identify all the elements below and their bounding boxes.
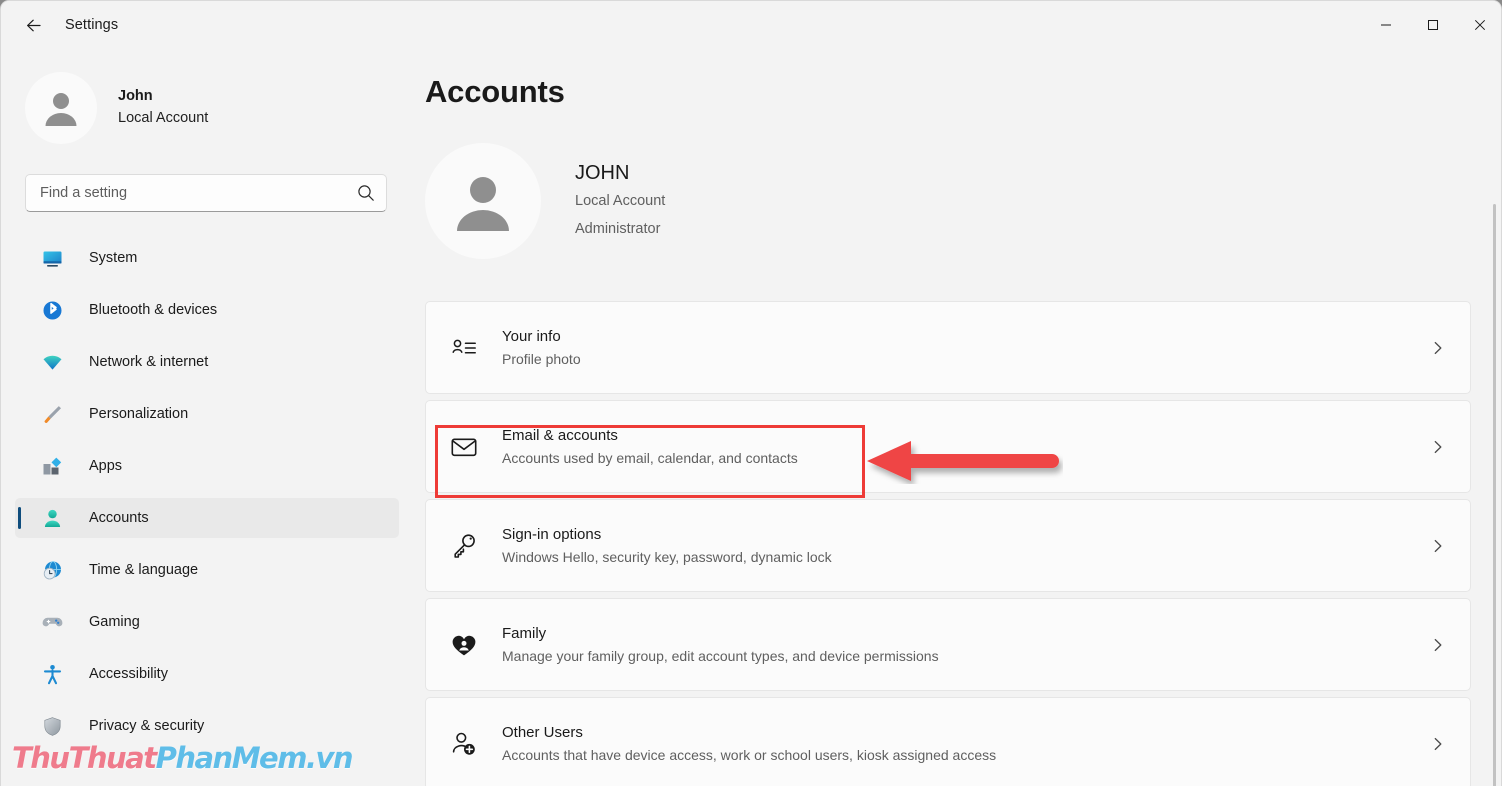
apps-icon xyxy=(41,455,63,477)
sidebar-item-label: Apps xyxy=(89,458,123,474)
sidebar-item-label: Bluetooth & devices xyxy=(89,302,218,318)
title-bar: Settings xyxy=(1,1,1501,49)
card-subtitle: Windows Hello, security key, password, d… xyxy=(502,548,832,565)
clock-globe-icon xyxy=(41,559,63,581)
wifi-icon xyxy=(41,351,63,373)
sidebar-item-label: Accessibility xyxy=(89,666,168,682)
page-title: Accounts xyxy=(425,74,565,109)
back-arrow-icon xyxy=(26,19,41,31)
card-title: Sign-in options xyxy=(502,525,602,543)
chevron-right-icon xyxy=(1430,340,1446,356)
card-subtitle: Profile photo xyxy=(502,350,581,367)
card-title: Family xyxy=(502,624,547,642)
bluetooth-icon xyxy=(41,299,63,321)
family-heart-icon xyxy=(446,627,482,663)
sidebar-item-apps[interactable]: Apps xyxy=(15,446,399,486)
settings-window: Settings John Local Account Find a setti… xyxy=(0,0,1502,786)
card-text: Email & accounts Accounts used by email,… xyxy=(502,425,798,469)
profile-subtitle: Local Account xyxy=(118,110,209,126)
person-add-icon xyxy=(446,726,482,762)
card-title: Your info xyxy=(502,327,561,345)
account-header-text: JOHN Local Account Administrator xyxy=(575,160,665,243)
sidebar-item-bluetooth-devices[interactable]: Bluetooth & devices xyxy=(15,290,399,330)
search-input[interactable] xyxy=(25,174,387,212)
card-subtitle: Accounts that have device access, work o… xyxy=(502,746,997,763)
maximize-button[interactable] xyxy=(1409,1,1456,49)
key-icon xyxy=(446,528,482,564)
card-email-accounts[interactable]: Email & accounts Accounts used by email,… xyxy=(425,400,1471,493)
sidebar-item-label: Time & language xyxy=(89,562,199,578)
sidebar-item-network-internet[interactable]: Network & internet xyxy=(15,342,399,382)
close-icon xyxy=(1474,19,1485,31)
chevron-right-icon xyxy=(1430,538,1446,554)
chevron-right-icon xyxy=(1430,439,1446,455)
card-other-users[interactable]: Other Users Accounts that have device ac… xyxy=(425,697,1471,786)
maximize-icon xyxy=(1427,20,1438,30)
gamepad-icon xyxy=(41,611,63,633)
sidebar-item-label: Gaming xyxy=(89,614,140,630)
card-your-info[interactable]: Your info Profile photo xyxy=(425,301,1471,394)
card-signin-options[interactable]: Sign-in options Windows Hello, security … xyxy=(425,499,1471,592)
sidebar-item-privacy-security[interactable]: Privacy & security xyxy=(15,706,399,746)
avatar xyxy=(425,143,541,259)
sidebar-nav: System Bluetooth & devices Network & int… xyxy=(1,238,409,746)
account-type: Local Account xyxy=(575,192,666,209)
close-button[interactable] xyxy=(1456,1,1501,49)
card-text: Other Users Accounts that have device ac… xyxy=(502,722,996,766)
card-title: Other Users xyxy=(502,723,583,741)
sidebar-item-label: Accounts xyxy=(89,510,149,526)
sidebar-profile-text: John Local Account xyxy=(118,86,208,130)
vertical-scrollbar[interactable] xyxy=(1493,204,1496,786)
account-role: Administrator xyxy=(575,220,661,237)
card-title: Email & accounts xyxy=(502,426,618,444)
card-subtitle: Accounts used by email, calendar, and co… xyxy=(502,449,798,466)
shield-icon xyxy=(41,715,63,737)
card-text: Your info Profile photo xyxy=(502,326,581,370)
sidebar-item-label: System xyxy=(89,250,138,266)
minimize-button[interactable] xyxy=(1362,1,1409,49)
chevron-right-icon xyxy=(1430,736,1446,752)
sidebar-item-accessibility[interactable]: Accessibility xyxy=(15,654,399,694)
sidebar-item-label: Privacy & security xyxy=(89,718,205,734)
minimize-icon xyxy=(1380,24,1391,26)
card-subtitle: Manage your family group, edit account t… xyxy=(502,647,939,664)
sidebar-item-time-language[interactable]: Time & language xyxy=(15,550,399,590)
sidebar-item-system[interactable]: System xyxy=(15,238,399,278)
main-content: Accounts JOHN Local Account Administrato… xyxy=(409,49,1501,786)
card-text: Sign-in options Windows Hello, security … xyxy=(502,524,832,568)
window-controls xyxy=(1362,1,1501,49)
sidebar: John Local Account Find a setting System… xyxy=(1,49,409,786)
account-header: JOHN Local Account Administrator xyxy=(425,143,1501,259)
monitor-icon xyxy=(41,247,63,269)
person-icon xyxy=(41,507,63,529)
search-box xyxy=(25,174,387,212)
contact-card-icon xyxy=(446,330,482,366)
sidebar-profile[interactable]: John Local Account xyxy=(25,72,409,144)
sidebar-item-accounts[interactable]: Accounts xyxy=(15,498,399,538)
paintbrush-icon xyxy=(41,403,63,425)
sidebar-item-personalization[interactable]: Personalization xyxy=(15,394,399,434)
back-button[interactable] xyxy=(13,9,53,41)
person-avatar-icon xyxy=(45,93,77,126)
chevron-right-icon xyxy=(1430,637,1446,653)
envelope-icon xyxy=(446,429,482,465)
person-avatar-icon xyxy=(457,177,509,231)
sidebar-item-gaming[interactable]: Gaming xyxy=(15,602,399,642)
account-name: JOHN xyxy=(575,161,630,184)
sidebar-item-label: Personalization xyxy=(89,406,189,422)
avatar xyxy=(25,72,97,144)
window-title: Settings xyxy=(65,17,119,33)
settings-card-list: Your info Profile photo Email & accounts… xyxy=(425,301,1471,786)
sidebar-item-label: Network & internet xyxy=(89,354,209,370)
accessibility-icon xyxy=(41,663,63,685)
card-family[interactable]: Family Manage your family group, edit ac… xyxy=(425,598,1471,691)
card-text: Family Manage your family group, edit ac… xyxy=(502,623,939,667)
profile-name: John xyxy=(118,88,153,104)
